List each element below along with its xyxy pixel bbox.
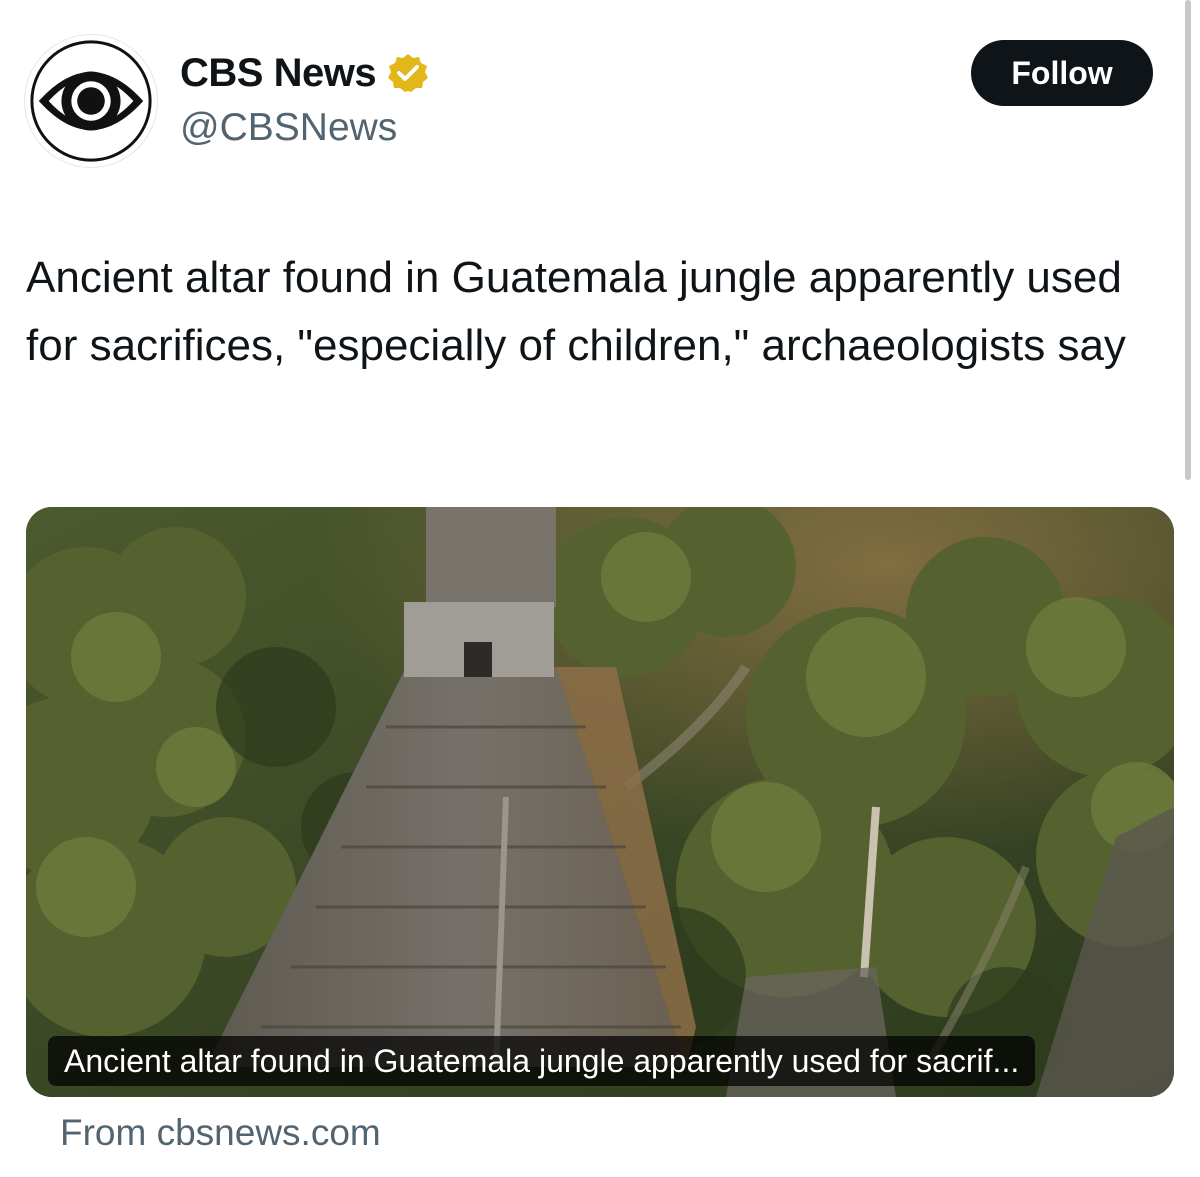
- avatar[interactable]: [24, 34, 158, 168]
- author-display-name[interactable]: CBS News: [180, 51, 377, 96]
- follow-button[interactable]: Follow: [971, 40, 1153, 106]
- post-text: Ancient altar found in Guatemala jungle …: [26, 253, 1126, 370]
- article-image: [26, 507, 1174, 1097]
- cbs-eye-logo-icon: [30, 40, 152, 162]
- scrollbar[interactable]: [1185, 0, 1191, 480]
- verified-badge-icon[interactable]: [386, 51, 430, 95]
- link-source[interactable]: From cbsnews.com: [60, 1112, 381, 1154]
- author-handle[interactable]: @CBSNews: [180, 106, 397, 150]
- link-preview-card[interactable]: Ancient altar found in Guatemala jungle …: [26, 507, 1174, 1097]
- card-caption: Ancient altar found in Guatemala jungle …: [48, 1036, 1036, 1086]
- author-name-row: CBS News: [180, 48, 430, 98]
